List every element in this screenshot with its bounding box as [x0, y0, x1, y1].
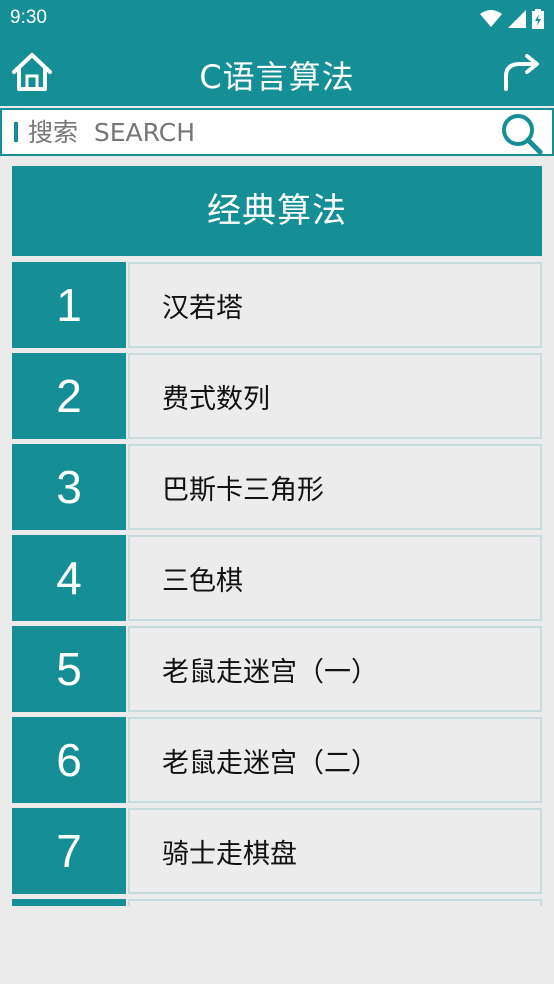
item-name: 汉若塔: [128, 262, 542, 348]
list-item[interactable]: 4 三色棋: [12, 535, 542, 621]
item-name: 老鼠走迷宫（一）: [128, 626, 542, 712]
list-item[interactable]: 1 汉若塔: [12, 262, 542, 348]
item-name: 老鼠走迷宫（二）: [128, 717, 542, 803]
wifi-icon: [480, 10, 502, 27]
item-number: 7: [12, 808, 126, 894]
item-number: [12, 899, 126, 906]
list-item[interactable]: 7 骑士走棋盘: [12, 808, 542, 894]
item-name: 费式数列: [128, 353, 542, 439]
list-item[interactable]: 2 费式数列: [12, 353, 542, 439]
item-number: 3: [12, 444, 126, 530]
item-number: 2: [12, 353, 126, 439]
battery-icon: [532, 9, 544, 29]
list-item[interactable]: [12, 899, 542, 906]
search-caret: [14, 122, 18, 142]
search-input[interactable]: [28, 115, 488, 149]
app-title: C语言算法: [199, 58, 355, 96]
item-name: 巴斯卡三角形: [128, 444, 542, 530]
search-icon: [502, 114, 543, 155]
signal-icon: [508, 10, 526, 28]
item-name: 三色棋: [128, 535, 542, 621]
search-box: [2, 110, 552, 155]
item-number: 1: [12, 262, 126, 348]
status-time: 9:30: [10, 7, 47, 28]
section-header: 经典算法: [12, 166, 542, 256]
item-number: 5: [12, 626, 126, 712]
item-number: 4: [12, 535, 126, 621]
status-icons: [480, 9, 544, 29]
item-name: 骑士走棋盘: [128, 808, 542, 894]
list-item[interactable]: 6 老鼠走迷宫（二）: [12, 717, 542, 803]
list-item[interactable]: 5 老鼠走迷宫（一）: [12, 626, 542, 712]
item-number: 6: [12, 717, 126, 803]
search-button[interactable]: [500, 112, 544, 155]
search-bar: [0, 108, 554, 156]
status-bar: 9:30: [0, 0, 554, 38]
app-bar: C语言算法: [0, 38, 554, 106]
algorithm-list: 1 汉若塔 2 费式数列 3 巴斯卡三角形 4 三色棋 5 老鼠走迷宫（一） 6…: [12, 262, 542, 906]
list-item[interactable]: 3 巴斯卡三角形: [12, 444, 542, 530]
share-icon: [504, 54, 539, 91]
item-name: [128, 899, 542, 906]
share-button[interactable]: [500, 52, 544, 92]
